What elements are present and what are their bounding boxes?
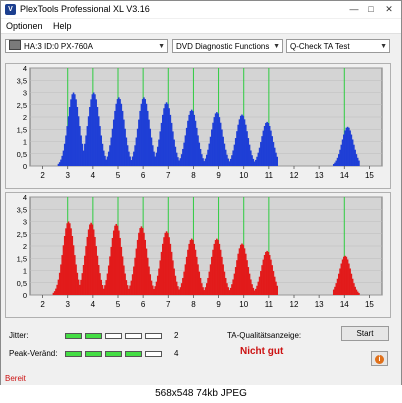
function-select-value: DVD Diagnostic Functions (176, 42, 270, 51)
x-tick-label: 3 (65, 171, 70, 180)
maximize-icon[interactable]: □ (364, 2, 378, 16)
drive-icon (9, 40, 21, 50)
x-tick-label: 15 (365, 300, 374, 309)
y-tick-label: 2 (23, 113, 27, 122)
x-tick-label: 4 (91, 300, 96, 309)
data-bar (358, 160, 360, 166)
drive-select[interactable]: HA:3 ID:0 PX-760A ▼ (5, 39, 168, 53)
start-button[interactable]: Start (341, 326, 389, 341)
x-tick-label: 5 (116, 171, 121, 180)
meter-segment (145, 351, 162, 357)
ta-quality-label: TA-Qualitätsanzeige: (227, 331, 302, 340)
chevron-down-icon: ▼ (273, 43, 280, 50)
window-title: PlexTools Professional XL V3.16 (20, 4, 150, 14)
x-tick-label: 11 (265, 171, 274, 180)
meter-segment (125, 351, 142, 357)
x-tick-label: 14 (340, 171, 349, 180)
function-select[interactable]: DVD Diagnostic Functions ▼ (172, 39, 283, 53)
y-tick-label: 3,5 (17, 205, 27, 214)
y-tick-label: 3 (23, 218, 27, 227)
status-text: Bereit (5, 374, 26, 383)
chevron-down-icon: ▼ (158, 43, 165, 50)
toolbar: HA:3 ID:0 PX-760A ▼ DVD Diagnostic Funct… (1, 37, 401, 57)
meter-segment (65, 333, 82, 339)
x-tick-label: 7 (166, 171, 171, 180)
jitter-chart: 4 3,5 3 2,5 2 1,5 1 0,5 0 2 3 4 5 6 7 8 9 10 11 12 13 14 15 (17, 64, 383, 180)
meter-segment (85, 351, 102, 357)
plextools-icon: V (5, 4, 16, 15)
x-tick-label: 7 (166, 300, 171, 309)
y-tick-label: 1,5 (17, 125, 27, 134)
y-tick-label: 1,5 (17, 254, 27, 263)
minimize-icon[interactable]: — (347, 2, 361, 16)
meter-segment (105, 351, 122, 357)
test-select-value: Q-Check TA Test (290, 42, 350, 51)
y-tick-label: 0,5 (17, 279, 27, 288)
meter-segment (105, 333, 122, 339)
x-tick-label: 8 (191, 171, 196, 180)
y-tick-label: 1 (23, 267, 27, 276)
x-tick-label: 12 (290, 300, 299, 309)
jitter-value: 2 (174, 331, 179, 340)
y-tick-label: 0 (23, 162, 27, 171)
y-tick-label: 2 (23, 242, 27, 251)
meter-segment (145, 333, 162, 339)
x-tick-label: 12 (290, 171, 299, 180)
x-tick-label: 6 (141, 171, 146, 180)
test-select[interactable]: Q-Check TA Test ▼ (286, 39, 390, 53)
x-tick-label: 4 (91, 171, 96, 180)
x-tick-label: 6 (141, 300, 146, 309)
data-bar (276, 285, 278, 295)
x-tick-label: 14 (340, 300, 349, 309)
close-icon[interactable]: ✕ (382, 2, 396, 16)
menu-optionen[interactable]: Optionen (6, 21, 43, 31)
meter-segment (125, 333, 142, 339)
y-tick-label: 0 (23, 291, 27, 300)
results-panel: Jitter: 2 Peak-Veränd: 4 TA-Qualitätsanz… (5, 321, 395, 379)
peak-value: 4 (174, 349, 179, 358)
menu-bar: Optionen Help (1, 19, 401, 34)
peak-chart-panel: 4 3,5 3 2,5 2 1,5 1 0,5 0 2 3 4 5 6 7 8 9 10 11 12 13 14 15 (5, 192, 391, 318)
info-icon[interactable]: i (371, 351, 388, 366)
x-tick-label: 15 (365, 171, 374, 180)
x-tick-label: 9 (216, 300, 221, 309)
x-tick-label: 13 (315, 300, 324, 309)
y-tick-label: 2,5 (17, 230, 27, 239)
image-caption: 568x548 74kb JPEG (0, 385, 402, 403)
status-bar: Bereit (1, 372, 401, 386)
drive-select-value: HA:3 ID:0 PX-760A (24, 42, 93, 51)
y-tick-label: 1 (23, 138, 27, 147)
app-window: V PlexTools Professional XL V3.16 — □ ✕ … (0, 0, 402, 387)
jitter-label: Jitter: (9, 331, 29, 340)
y-tick-label: 3,5 (17, 76, 27, 85)
chevron-down-icon: ▼ (380, 43, 387, 50)
x-tick-label: 3 (65, 300, 70, 309)
x-tick-label: 10 (239, 300, 248, 309)
x-tick-label: 2 (40, 171, 45, 180)
y-tick-label: 4 (23, 64, 27, 73)
data-bar (276, 156, 278, 166)
y-tick-label: 3 (23, 89, 27, 98)
x-tick-label: 10 (239, 171, 248, 180)
y-tick-label: 4 (23, 193, 27, 202)
y-tick-label: 0,5 (17, 150, 27, 159)
meter-segment (65, 351, 82, 357)
menu-help[interactable]: Help (53, 21, 72, 31)
ta-verdict: Nicht gut (240, 346, 284, 357)
meter-segment (85, 333, 102, 339)
jitter-chart-panel: 4 3,5 3 2,5 2 1,5 1 0,5 0 2 3 4 5 6 7 8 9 10 11 12 13 14 15 (5, 63, 391, 189)
x-tick-label: 9 (216, 171, 221, 180)
x-tick-label: 13 (315, 171, 324, 180)
y-tick-label: 2,5 (17, 101, 27, 110)
peak-label: Peak-Veränd: (9, 349, 58, 358)
x-tick-label: 8 (191, 300, 196, 309)
data-bar (358, 292, 360, 295)
title-bar: V PlexTools Professional XL V3.16 — □ ✕ (1, 1, 401, 18)
x-tick-label: 11 (265, 300, 274, 309)
x-tick-label: 5 (116, 300, 121, 309)
peak-chart: 4 3,5 3 2,5 2 1,5 1 0,5 0 2 3 4 5 6 7 8 9 10 11 12 13 14 15 (17, 193, 383, 309)
x-tick-label: 2 (40, 300, 45, 309)
